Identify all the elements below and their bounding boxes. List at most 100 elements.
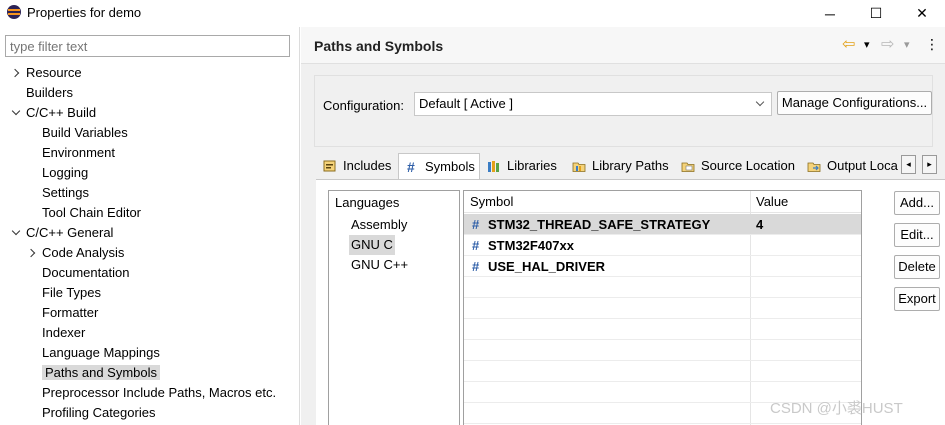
tree-item-label: Environment	[42, 145, 115, 160]
tree-item-language-mappings[interactable]: Language Mappings	[26, 343, 160, 363]
tree-item-documentation[interactable]: Documentation	[26, 263, 129, 283]
tree-item-tool-chain-editor[interactable]: Tool Chain Editor	[26, 203, 141, 223]
tree-item-label: Indexer	[42, 325, 86, 340]
tree-item-label: Tool Chain Editor	[42, 205, 141, 220]
add-button[interactable]: Add...	[894, 191, 940, 215]
tab-source-location-label: Source Location	[701, 158, 795, 173]
includes-icon	[323, 160, 336, 172]
hash-icon: #	[407, 159, 415, 175]
tab-output-location-label: Output Loca	[827, 158, 898, 173]
tree-item-paths-and-symbols[interactable]: Paths and Symbols	[26, 363, 161, 383]
window-title: Properties for demo	[27, 5, 142, 20]
tab-library-paths-label: Library Paths	[592, 158, 669, 173]
column-header-value[interactable]: Value	[750, 191, 861, 213]
delete-button[interactable]: Delete	[894, 255, 940, 279]
symbols-tab-content: Languages Assembly GNU C GNU C++ Symbol …	[316, 179, 945, 425]
empty-row	[464, 277, 861, 298]
tree-item-label: Settings	[42, 185, 89, 200]
configuration-select[interactable]: Default [ Active ]	[414, 92, 772, 116]
tree-item-resource[interactable]: Resource	[10, 63, 82, 83]
tab-includes-label: Includes	[343, 158, 392, 173]
languages-header: Languages	[335, 195, 400, 210]
tab-includes[interactable]: Includes	[317, 153, 397, 179]
tab-libraries[interactable]: Libraries	[481, 153, 565, 179]
empty-row	[464, 340, 861, 361]
column-header-symbol[interactable]: Symbol	[464, 191, 750, 213]
chevron-right-icon[interactable]	[26, 243, 38, 263]
chevron-down-icon[interactable]	[10, 223, 22, 243]
chevron-down-icon	[755, 97, 765, 107]
tree-item-label: C/C++ Build	[26, 105, 97, 120]
properties-page: Paths and Symbols ⇦ ▾ ⇨ ▾ ⋮ Configuratio…	[301, 27, 945, 425]
tree-item-file-types[interactable]: File Types	[26, 283, 101, 303]
tree-item-c-c-build[interactable]: C/C++ Build	[10, 103, 96, 123]
tree-item-c-c-general[interactable]: C/C++ General	[10, 223, 113, 243]
tree-item-logging[interactable]: Logging	[26, 163, 88, 183]
back-arrow-icon[interactable]: ⇦	[842, 34, 855, 54]
language-item-assembly[interactable]: Assembly	[349, 215, 409, 235]
minimize-button[interactable]: ─	[807, 0, 853, 27]
tree-item-environment[interactable]: Environment	[26, 143, 115, 163]
table-row[interactable]: # USE_HAL_DRIVER	[464, 256, 861, 277]
libraries-icon	[488, 161, 499, 172]
back-history-dropdown-icon[interactable]: ▾	[864, 38, 870, 51]
tree-item-label: Logging	[42, 165, 89, 180]
tree-item-label: Language Mappings	[42, 345, 160, 360]
forward-arrow-icon[interactable]: ⇨	[881, 34, 894, 54]
tree-item-preprocessor-include-paths-macros-etc[interactable]: Preprocessor Include Paths, Macros etc.	[26, 383, 276, 403]
page-header: Paths and Symbols ⇦ ▾ ⇨ ▾ ⋮	[301, 27, 945, 64]
tab-strip: Includes # Symbols Libraries Library Pat…	[316, 153, 916, 179]
symbol-value: 4	[756, 217, 764, 232]
tree-item-label: Resource	[26, 65, 82, 80]
table-row[interactable]: # STM32_THREAD_SAFE_STRATEGY 4	[464, 214, 861, 235]
tab-library-paths[interactable]: Library Paths	[566, 153, 674, 179]
languages-list: Languages Assembly GNU C GNU C++	[328, 190, 460, 425]
symbol-name: STM32_THREAD_SAFE_STRATEGY	[488, 217, 711, 232]
export-button[interactable]: Export	[894, 287, 940, 311]
tree-item-label: Code Analysis	[42, 245, 125, 260]
chevron-down-icon[interactable]	[10, 103, 22, 123]
library-paths-icon	[572, 162, 586, 172]
configuration-value: Default [ Active ]	[419, 96, 513, 111]
tree-item-profiling-categories[interactable]: Profiling Categories	[26, 403, 155, 423]
tree-item-label: Formatter	[42, 305, 99, 320]
forward-history-dropdown-icon[interactable]: ▾	[904, 38, 910, 51]
hash-icon: #	[472, 217, 480, 232]
tab-output-location[interactable]: Output Loca	[801, 153, 901, 179]
maximize-icon: ☐	[869, 5, 883, 21]
tab-symbols[interactable]: # Symbols	[398, 153, 480, 179]
filter-input[interactable]	[5, 35, 290, 57]
tree-item-label: Documentation	[42, 265, 130, 280]
empty-row	[464, 298, 861, 319]
tab-symbols-label: Symbols	[425, 159, 475, 174]
tree-item-label: C/C++ General	[26, 225, 114, 240]
tab-scroll-left-button[interactable]: ◂	[901, 155, 916, 174]
configuration-label: Configuration:	[323, 98, 404, 113]
edit-button[interactable]: Edit...	[894, 223, 940, 247]
tree-item-builders[interactable]: Builders	[10, 83, 73, 103]
tree-item-settings[interactable]: Settings	[26, 183, 89, 203]
output-location-icon	[807, 162, 821, 172]
symbol-name: USE_HAL_DRIVER	[488, 259, 606, 274]
tree-item-indexer[interactable]: Indexer	[26, 323, 85, 343]
maximize-button[interactable]: ☐	[853, 0, 899, 27]
configuration-group: Configuration: Default [ Active ] Manage…	[314, 75, 933, 147]
tab-scroll-right-button[interactable]: ▸	[922, 155, 937, 174]
tree-item-label: File Types	[42, 285, 102, 300]
close-button[interactable]: ✕	[899, 0, 945, 27]
minimize-icon: ─	[825, 5, 835, 22]
tree-item-formatter[interactable]: Formatter	[26, 303, 98, 323]
table-row[interactable]: # STM32F407xx	[464, 235, 861, 256]
tree-item-code-analysis[interactable]: Code Analysis	[26, 243, 124, 263]
chevron-right-icon[interactable]	[10, 63, 22, 83]
empty-row	[464, 319, 861, 340]
hash-icon: #	[472, 259, 480, 274]
manage-configurations-button[interactable]: Manage Configurations...	[777, 91, 932, 115]
language-item-gnu-c[interactable]: GNU C	[349, 235, 395, 255]
title-bar: Properties for demo ─ ☐ ✕	[0, 0, 945, 27]
view-menu-icon[interactable]: ⋮	[925, 36, 939, 53]
language-item-gnu-cpp[interactable]: GNU C++	[349, 255, 410, 275]
tree-item-build-variables[interactable]: Build Variables	[26, 123, 128, 143]
tree-item-label: Build Variables	[42, 125, 128, 140]
tab-source-location[interactable]: Source Location	[675, 153, 800, 179]
